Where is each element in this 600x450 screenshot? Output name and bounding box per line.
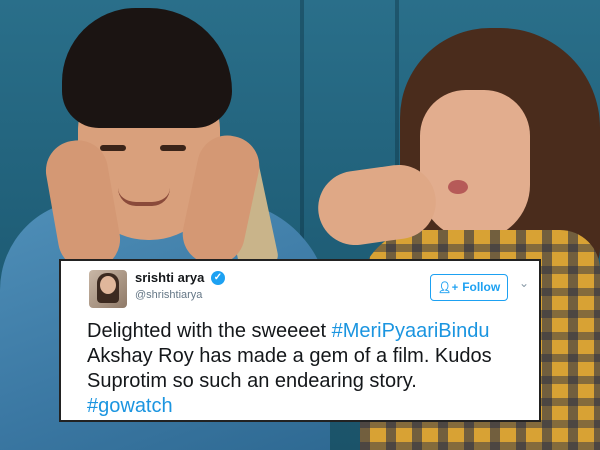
add-user-icon: 👤︎+ [437, 282, 459, 294]
tweet-card: srishti arya ✓ @shrishtiarya 👤︎+ Follow ⌄… [59, 259, 541, 422]
man-eye [160, 145, 186, 151]
hashtag-link[interactable]: #MeriPyaariBindu [332, 320, 490, 342]
woman-face [420, 90, 530, 240]
follow-button[interactable]: 👤︎+ Follow [430, 274, 508, 301]
tweet-line: #gowatch [87, 394, 537, 419]
tweet-line: Akshay Roy has made a gem of a film. Kud… [87, 344, 537, 369]
tweet-text-segment: Delighted with the sweeeet [87, 320, 332, 342]
user-handle[interactable]: @shrishtiarya [135, 289, 202, 301]
tweet-line: Suprotim so such an endearing story. [87, 369, 537, 394]
tweet-line: Delighted with the sweeeet #MeriPyaariBi… [87, 319, 537, 344]
hashtag-link[interactable]: #gowatch [87, 395, 173, 417]
tweet-text-segment: Suprotim so such an endearing story. [87, 370, 417, 392]
avatar-face [100, 276, 116, 294]
tweet-text-segment: Akshay Roy has made a gem of a film. Kud… [87, 345, 492, 367]
follow-label: Follow [462, 280, 501, 294]
tweet-text: Delighted with the sweeeet #MeriPyaariBi… [87, 319, 537, 419]
man-hair [62, 8, 232, 128]
chevron-down-icon[interactable]: ⌄ [519, 276, 529, 290]
woman-lips [448, 180, 468, 194]
verified-badge-icon: ✓ [211, 271, 225, 285]
user-name[interactable]: srishti arya [135, 270, 204, 285]
man-eye [100, 145, 126, 151]
avatar[interactable] [89, 270, 127, 308]
